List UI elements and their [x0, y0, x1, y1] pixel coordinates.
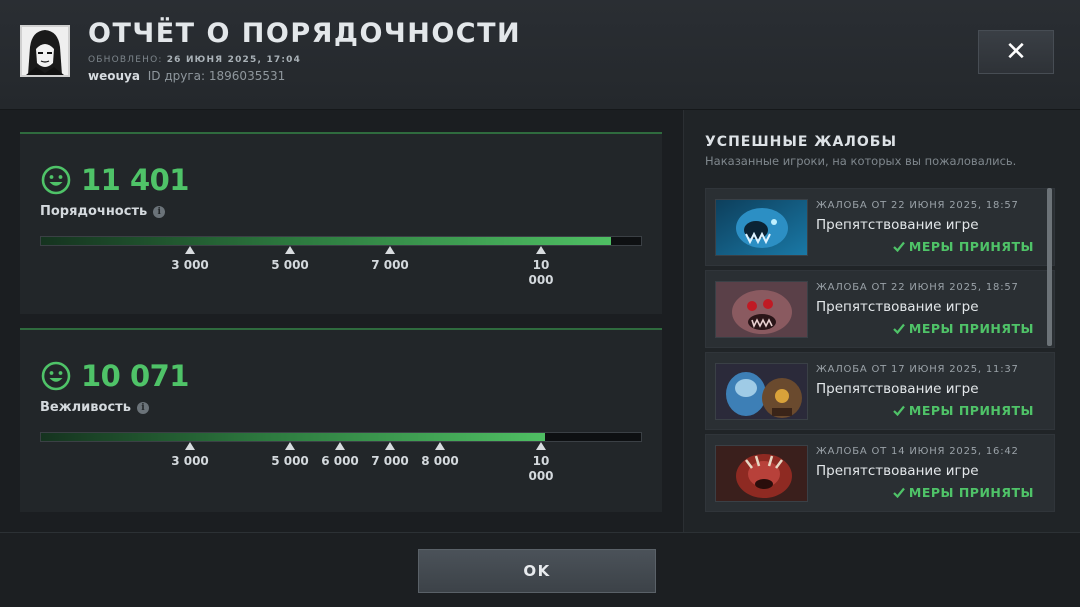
- close-icon: ✕: [1005, 37, 1027, 67]
- report-reason: Препятствование игре: [816, 463, 979, 479]
- tick-triangle-icon: [335, 442, 345, 450]
- tick-triangle-icon: [285, 246, 295, 254]
- tick-marker: 5 000: [260, 246, 320, 273]
- politeness-panel: 10 071 Вежливость i 3 000 5 000 6 000 7 …: [20, 328, 662, 512]
- report-date: ЖАЛОБА ОТ 14 ИЮНЯ 2025, 16:42: [816, 446, 1019, 457]
- info-icon[interactable]: i: [136, 401, 149, 414]
- check-icon: [893, 405, 905, 416]
- hero-image-icon: [716, 282, 807, 337]
- report-status: МЕРЫ ПРИНЯТЫ: [893, 403, 1034, 418]
- politeness-label: Вежливость: [40, 400, 131, 415]
- hero-image-icon: [716, 364, 807, 419]
- tick-triangle-icon: [435, 442, 445, 450]
- footer: OK: [0, 532, 1080, 607]
- tick-marker: 10 000: [511, 246, 571, 288]
- progress-bar: [40, 432, 642, 442]
- hero-portrait: [715, 199, 808, 256]
- updated-line: ОБНОВЛЕНО: 26 ИЮНЯ 2025, 17:04: [88, 55, 301, 65]
- check-icon: [893, 487, 905, 498]
- report-item[interactable]: ЖАЛОБА ОТ 17 ИЮНЯ 2025, 11:37 Препятство…: [705, 352, 1055, 430]
- report-status-label: МЕРЫ ПРИНЯТЫ: [908, 321, 1034, 336]
- updated-value: 26 ИЮНЯ 2025, 17:04: [166, 55, 302, 65]
- tick-triangle-icon: [536, 442, 546, 450]
- hero-image-icon: [716, 200, 807, 255]
- report-reason: Препятствование игре: [816, 381, 979, 397]
- page-title: ОТЧЁТ О ПОРЯДОЧНОСТИ: [88, 18, 522, 49]
- report-reason: Препятствование игре: [816, 299, 979, 315]
- report-status-label: МЕРЫ ПРИНЯТЫ: [908, 403, 1034, 418]
- tick-label: 10 000: [528, 454, 554, 483]
- user-line: weouya ID друга: 1896035531: [88, 69, 285, 83]
- report-status: МЕРЫ ПРИНЯТЫ: [893, 239, 1034, 254]
- report-date: ЖАЛОБА ОТ 22 ИЮНЯ 2025, 18:57: [816, 282, 1019, 293]
- report-item[interactable]: ЖАЛОБА ОТ 14 ИЮНЯ 2025, 16:42 Препятство…: [705, 434, 1055, 512]
- tick-marker: 3 000: [160, 246, 220, 273]
- check-icon: [893, 241, 905, 252]
- tick-label: 7 000: [371, 258, 409, 272]
- conduct-panel: 11 401 Порядочность i 3 000 5 000 7 000 …: [20, 132, 662, 314]
- score-row: 11 401: [40, 162, 190, 198]
- tick-marker: 8 000: [410, 442, 470, 469]
- progress-bar-fill: [41, 433, 545, 441]
- report-item[interactable]: ЖАЛОБА ОТ 22 ИЮНЯ 2025, 18:57 Препятство…: [705, 188, 1055, 266]
- header: ОТЧЁТ О ПОРЯДОЧНОСТИ ОБНОВЛЕНО: 26 ИЮНЯ …: [0, 0, 1080, 110]
- tick-triangle-icon: [385, 442, 395, 450]
- report-item[interactable]: ЖАЛОБА ОТ 22 ИЮНЯ 2025, 18:57 Препятство…: [705, 270, 1055, 348]
- tick-triangle-icon: [285, 442, 295, 450]
- tick-marker: 10 000: [511, 442, 571, 484]
- tick-label: 3 000: [171, 454, 209, 468]
- hero-portrait: [715, 363, 808, 420]
- tick-label: 10 000: [528, 258, 554, 287]
- reports-sidebar: УСПЕШНЫЕ ЖАЛОБЫ Наказанные игроки, на ко…: [683, 110, 1080, 532]
- tick-marker: 7 000: [360, 246, 420, 273]
- conduct-label: Порядочность: [40, 204, 148, 219]
- reports-title: УСПЕШНЫЕ ЖАЛОБЫ: [705, 134, 897, 150]
- smile-icon: [41, 361, 71, 391]
- hero-portrait: [715, 445, 808, 502]
- score-row: 10 071: [40, 358, 190, 394]
- report-reason: Препятствование игре: [816, 217, 979, 233]
- tick-triangle-icon: [185, 442, 195, 450]
- username: weouya: [88, 69, 140, 83]
- hero-portrait: [715, 281, 808, 338]
- report-date: ЖАЛОБА ОТ 17 ИЮНЯ 2025, 11:37: [816, 364, 1019, 375]
- report-status-label: МЕРЫ ПРИНЯТЫ: [908, 239, 1034, 254]
- metric-label: Порядочность i: [40, 204, 166, 219]
- smile-icon: [41, 165, 71, 195]
- tick-triangle-icon: [185, 246, 195, 254]
- info-icon[interactable]: i: [153, 205, 166, 218]
- reports-scrollbar[interactable]: [1047, 188, 1052, 346]
- conduct-score: 11 401: [81, 163, 190, 197]
- reports-list[interactable]: ЖАЛОБА ОТ 22 ИЮНЯ 2025, 18:57 Препятство…: [705, 188, 1055, 516]
- ok-button[interactable]: OK: [418, 549, 656, 593]
- progress-bar: [40, 236, 642, 246]
- report-status: МЕРЫ ПРИНЯТЫ: [893, 485, 1034, 500]
- tick-triangle-icon: [536, 246, 546, 254]
- check-icon: [893, 323, 905, 334]
- tick-label: 8 000: [421, 454, 459, 468]
- avatar: [20, 25, 70, 77]
- hero-image-icon: [716, 446, 807, 501]
- friend-id: ID друга: 1896035531: [147, 69, 286, 83]
- report-status: МЕРЫ ПРИНЯТЫ: [893, 321, 1034, 336]
- metric-label: Вежливость i: [40, 400, 149, 415]
- tick-marker: 3 000: [160, 442, 220, 469]
- politeness-score: 10 071: [81, 359, 190, 393]
- report-date: ЖАЛОБА ОТ 22 ИЮНЯ 2025, 18:57: [816, 200, 1019, 211]
- reports-subtitle: Наказанные игроки, на которых вы пожалов…: [705, 154, 1017, 168]
- tick-triangle-icon: [385, 246, 395, 254]
- tick-label: 5 000: [271, 258, 309, 272]
- report-status-label: МЕРЫ ПРИНЯТЫ: [908, 485, 1034, 500]
- updated-label: ОБНОВЛЕНО:: [88, 55, 163, 65]
- avatar-portrait-icon: [22, 27, 68, 75]
- progress-bar-fill: [41, 237, 612, 245]
- close-button[interactable]: ✕: [978, 30, 1054, 74]
- tick-label: 3 000: [171, 258, 209, 272]
